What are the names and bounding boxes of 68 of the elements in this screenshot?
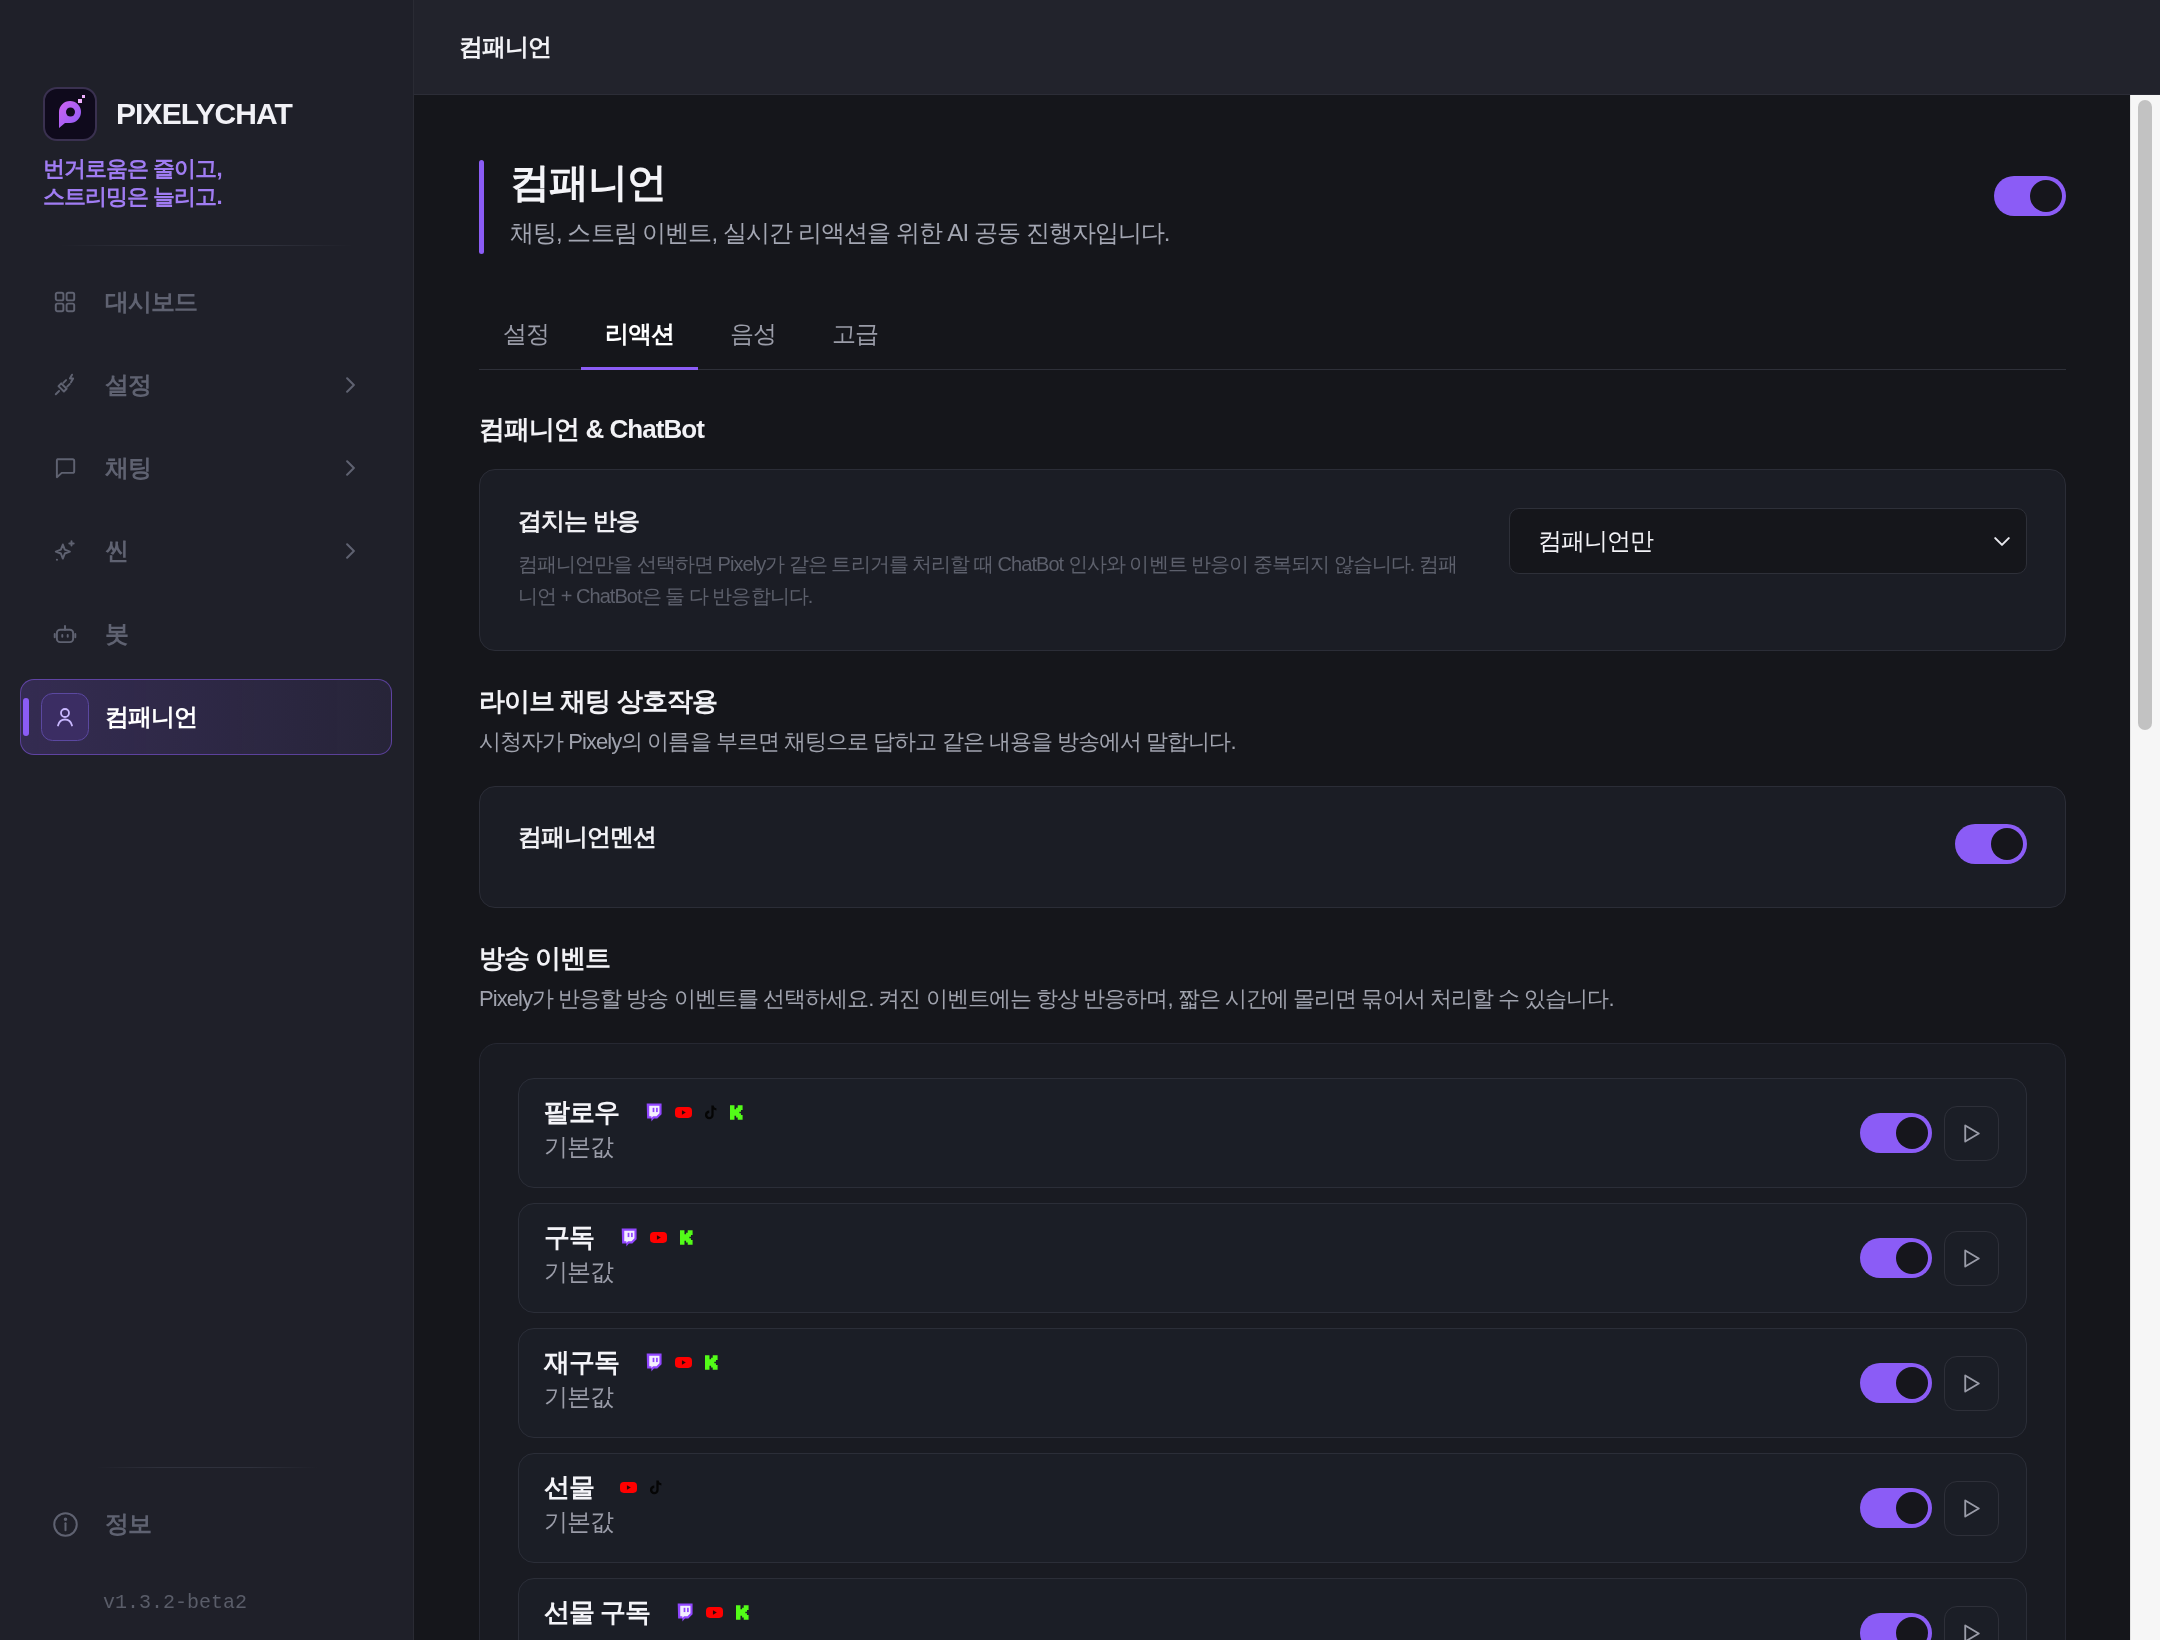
tab[interactable]: 설정 — [479, 304, 574, 370]
twitch-icon — [645, 1352, 663, 1372]
info-icon — [52, 1511, 78, 1537]
twitch-icon — [645, 1102, 663, 1122]
grid-icon — [52, 289, 78, 315]
kick-icon — [680, 1229, 694, 1245]
event-preset-label: 기본값 — [544, 1132, 614, 1162]
tab[interactable]: 고급 — [808, 304, 903, 370]
chevron-down-icon — [1994, 536, 2010, 546]
app-logo-icon — [43, 87, 97, 141]
version-label: v1.3.2-beta2 — [103, 1590, 248, 1616]
tagline: 번거로움은 줄이고, 스트리밍은 늘리고. — [43, 155, 222, 211]
section-heading: 라이브 채팅 상호작용 — [479, 685, 718, 718]
play-icon — [1963, 1373, 1980, 1393]
event-name: 재구독 — [544, 1346, 620, 1378]
toggle-switch[interactable] — [1955, 824, 2027, 864]
brand-name: PIXELYCHAT — [116, 97, 293, 131]
section-heading: 방송 이벤트 — [479, 942, 612, 975]
kick-icon — [736, 1604, 750, 1620]
setting-label: 컴패니언멘션 — [518, 822, 657, 852]
tab[interactable]: 음성 — [706, 304, 801, 370]
nav-item[interactable]: 컴패니언 — [20, 679, 392, 755]
event-name: 구독 — [544, 1221, 595, 1253]
page-header-title: 컴패니언 — [459, 32, 552, 62]
active-indicator — [23, 698, 29, 736]
play-button[interactable] — [1944, 1355, 1999, 1411]
youtube-icon — [675, 1106, 693, 1118]
twitch-icon — [676, 1602, 694, 1622]
youtube-icon — [706, 1606, 724, 1618]
kick-icon — [705, 1354, 719, 1370]
toggle-switch[interactable] — [1860, 1488, 1932, 1528]
tiktok-icon — [650, 1479, 663, 1495]
event-name: 선물 — [544, 1471, 595, 1503]
play-button[interactable] — [1944, 1480, 1999, 1536]
tab[interactable]: 리액션 — [581, 304, 699, 370]
play-icon — [1963, 1623, 1980, 1640]
twitch-icon — [620, 1227, 638, 1247]
youtube-icon — [650, 1231, 668, 1243]
kick-icon — [730, 1104, 744, 1120]
toggle-switch[interactable] — [1860, 1113, 1932, 1153]
event-name: 선물 구독 — [544, 1596, 651, 1628]
event-preset-label: 기본값 — [544, 1507, 614, 1537]
sparkle-icon — [52, 538, 78, 564]
tiktok-icon — [705, 1104, 718, 1120]
play-icon — [1963, 1248, 1980, 1268]
setting-description: 컴패니언만을 선택하면 Pixely가 같은 트리거를 처리할 때 ChatBot 인사와 이벤트 반응이 중복되지 않습니다. 컴패니언 + ChatBot은 둘 다 반응합니다. — [518, 552, 1459, 609]
page-title: 컴패니언 — [510, 159, 667, 206]
play-button[interactable] — [1944, 1230, 1999, 1286]
user-icon — [41, 693, 89, 741]
youtube-icon — [675, 1356, 693, 1368]
setting-label: 겹치는 반응 — [518, 506, 640, 536]
event-preset-label: 기본값 — [544, 1257, 614, 1287]
play-icon — [1963, 1498, 1980, 1518]
section-heading: 컴패니언 & ChatBot — [479, 413, 706, 446]
play-icon — [1963, 1123, 1980, 1143]
event-name: 팔로우 — [544, 1096, 620, 1128]
youtube-icon — [620, 1481, 638, 1493]
play-button[interactable] — [1944, 1105, 1999, 1161]
section-description: Pixely가 반응할 방송 이벤트를 선택하세요. 켜진 이벤트에는 항상 반응하며, 짧은 시간에 몰리면 묶어서 처리할 수 있습니다. — [479, 985, 1615, 1013]
section-description: 시청자가 Pixely의 이름을 부르면 채팅으로 답하고 같은 내용을 방송에서 말합니다. — [479, 728, 1237, 756]
scrollbar-track[interactable] — [2130, 95, 2160, 1640]
toggle-switch[interactable] — [1994, 176, 2066, 216]
dropdown[interactable]: 컴패니언만 — [1509, 508, 2027, 574]
toggle-switch[interactable] — [1860, 1363, 1932, 1403]
page-subtitle: 채팅, 스트림 이벤트, 실시간 리액션을 위한 AI 공동 진행자입니다. — [510, 218, 1170, 248]
event-preset-label: 기본값 — [544, 1382, 614, 1412]
scrollbar-thumb[interactable] — [2138, 100, 2152, 730]
toggle-switch[interactable] — [1860, 1238, 1932, 1278]
